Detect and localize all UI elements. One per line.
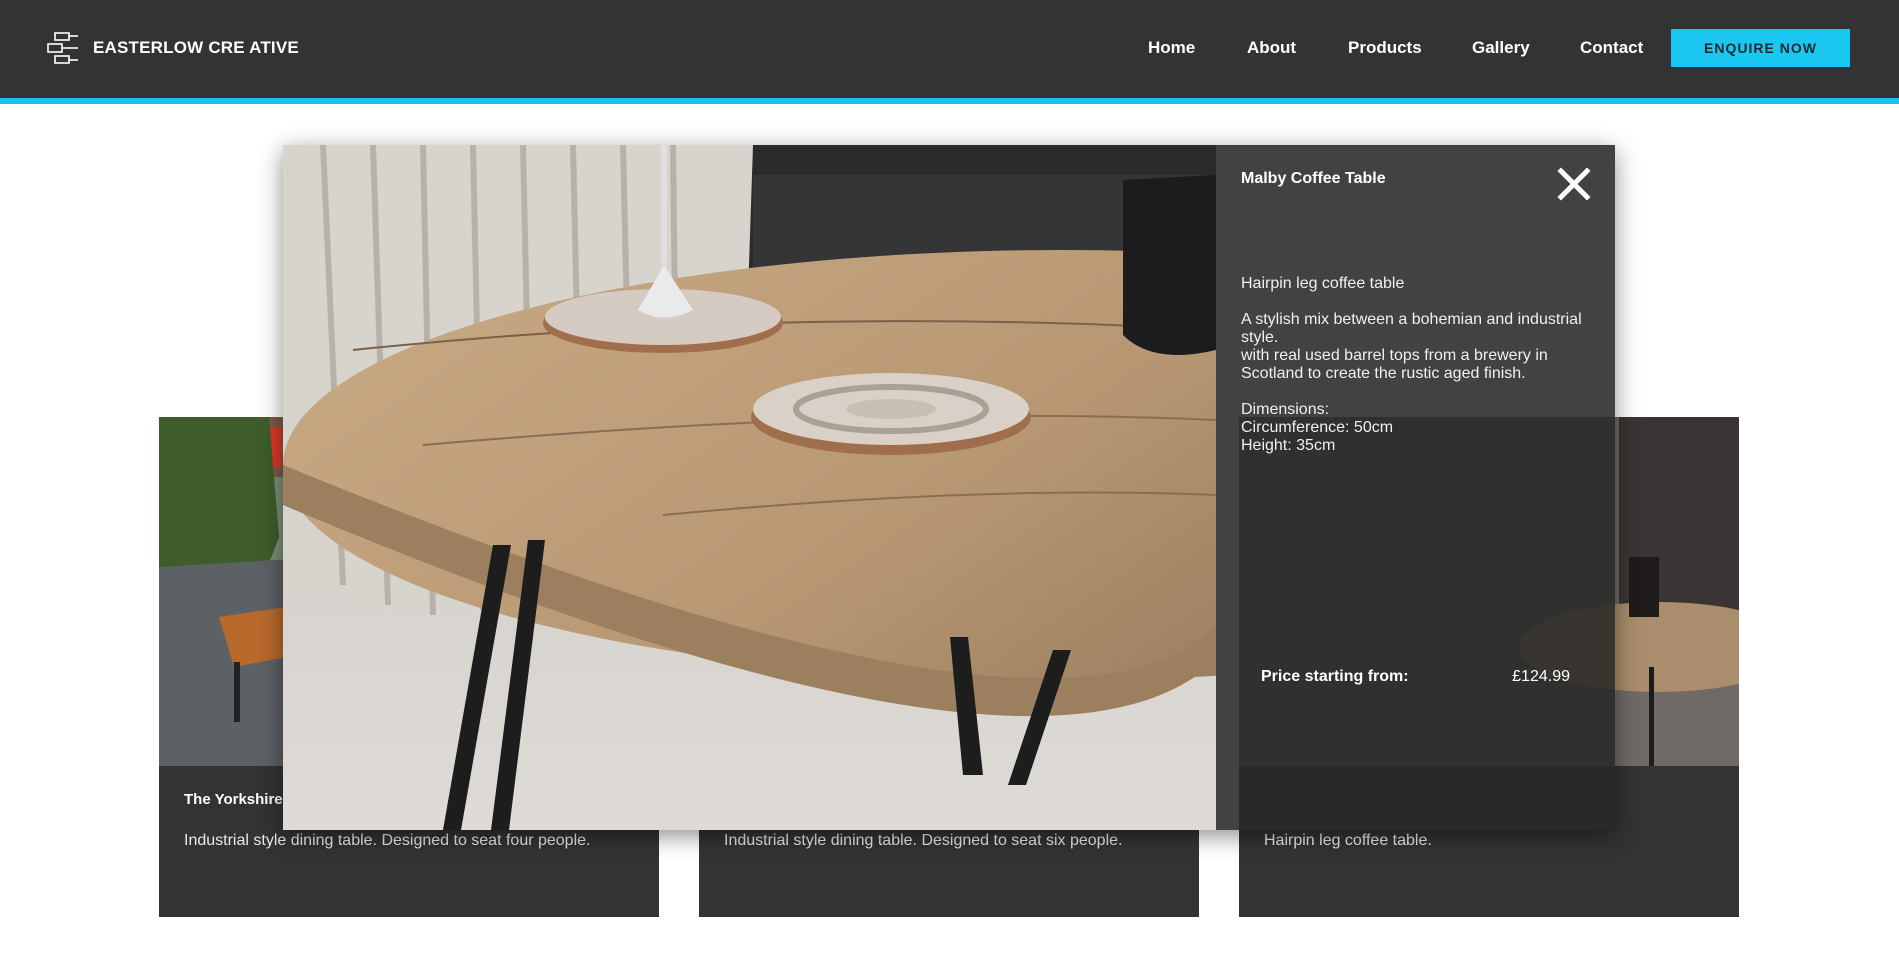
dimensions-label: Dimensions: <box>1241 401 1330 418</box>
modal-description-line1: A stylish mix between a bohemian and ind… <box>1241 311 1582 346</box>
enquire-now-button[interactable]: ENQUIRE NOW <box>1671 29 1850 67</box>
coffee-table-image <box>283 145 1216 830</box>
card-title: The Yorkshire <box>184 791 283 808</box>
dimension-height: Height: 35cm <box>1241 437 1336 454</box>
price-label: Price starting from: <box>1261 668 1409 685</box>
card-description: Industrial style dining table. Designed … <box>184 832 591 849</box>
nav-about[interactable]: About <box>1247 38 1296 58</box>
modal-description: Hairpin leg coffee table A stylish mix b… <box>1241 275 1596 455</box>
logo-mark-icon <box>47 32 78 64</box>
close-icon[interactable] <box>1557 167 1591 201</box>
price-value: £124.99 <box>1512 668 1570 685</box>
card-description: Hairpin leg coffee table. <box>1264 832 1432 849</box>
brand-logo[interactable]: EASTERLOW CRE ATIVE <box>46 31 299 65</box>
nav-home[interactable]: Home <box>1148 38 1195 58</box>
modal-subtitle: Hairpin leg coffee table <box>1241 275 1405 292</box>
dimension-circumference: Circumference: 50cm <box>1241 419 1394 436</box>
product-modal: Malby Coffee Table Hairpin leg coffee ta… <box>283 145 1615 830</box>
site-header: EASTERLOW CRE ATIVE Home About Products … <box>0 0 1899 98</box>
modal-info-panel: Malby Coffee Table Hairpin leg coffee ta… <box>1216 145 1615 830</box>
brand-name: EASTERLOW CRE ATIVE <box>93 38 299 57</box>
nav-contact[interactable]: Contact <box>1580 38 1643 58</box>
nav-gallery[interactable]: Gallery <box>1472 38 1530 58</box>
header-accent-stripe <box>0 98 1899 104</box>
nav-products[interactable]: Products <box>1348 38 1422 58</box>
modal-description-line2: with real used barrel tops from a brewer… <box>1241 347 1548 382</box>
modal-title: Malby Coffee Table <box>1241 170 1386 187</box>
card-description: Industrial style dining table. Designed … <box>724 832 1123 849</box>
modal-product-photo <box>283 145 1216 830</box>
